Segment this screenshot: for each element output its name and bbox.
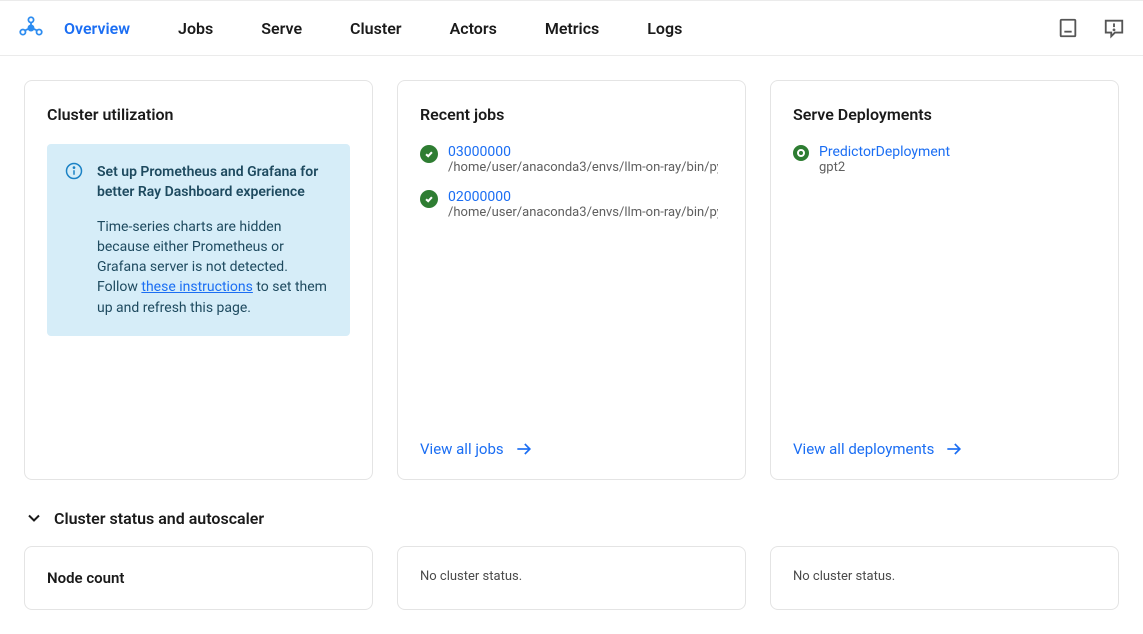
nav-logs[interactable]: Logs bbox=[647, 19, 682, 38]
view-all-jobs-link[interactable]: View all jobs bbox=[420, 439, 534, 459]
card-title: Cluster utilization bbox=[47, 105, 350, 124]
nav-tabs: Overview Jobs Serve Cluster Actors Metri… bbox=[64, 19, 682, 38]
page-content: Cluster utilization Set up Prometheus an… bbox=[0, 56, 1143, 634]
job-link[interactable]: 03000000 bbox=[448, 144, 718, 160]
info-icon bbox=[65, 162, 83, 180]
job-link[interactable]: 02000000 bbox=[448, 189, 718, 205]
nav-actors[interactable]: Actors bbox=[450, 19, 497, 38]
job-item: 03000000 /home/user/anaconda3/envs/llm-o… bbox=[420, 144, 723, 175]
arrow-right-icon bbox=[944, 439, 964, 459]
recent-jobs-card: Recent jobs 03000000 /home/user/anaconda… bbox=[397, 80, 746, 480]
alert-title: Set up Prometheus and Grafana for better… bbox=[97, 162, 332, 203]
success-icon bbox=[420, 145, 438, 163]
docs-icon[interactable] bbox=[1057, 17, 1079, 39]
overview-cards: Cluster utilization Set up Prometheus an… bbox=[24, 80, 1119, 480]
top-nav: Overview Jobs Serve Cluster Actors Metri… bbox=[0, 0, 1143, 56]
nav-metrics[interactable]: Metrics bbox=[545, 19, 599, 38]
jobs-list: 03000000 /home/user/anaconda3/envs/llm-o… bbox=[420, 144, 723, 220]
chevron-down-icon bbox=[24, 508, 44, 528]
ray-logo-icon bbox=[18, 15, 44, 41]
node-count-card: Node count bbox=[24, 546, 373, 610]
section-title: Cluster status and autoscaler bbox=[54, 509, 264, 528]
nav-jobs[interactable]: Jobs bbox=[178, 19, 213, 38]
setup-instructions-link[interactable]: these instructions bbox=[141, 279, 253, 295]
view-all-deployments-link[interactable]: View all deployments bbox=[793, 439, 964, 459]
nav-serve[interactable]: Serve bbox=[261, 19, 302, 38]
no-status-text: No cluster status. bbox=[793, 569, 1096, 584]
card-title: Recent jobs bbox=[420, 105, 723, 124]
cluster-status-row: Node count No cluster status. No cluster… bbox=[24, 546, 1119, 610]
topbar-actions bbox=[1057, 17, 1125, 39]
no-status-text: No cluster status. bbox=[420, 569, 723, 584]
deployments-list: PredictorDeployment gpt2 bbox=[793, 144, 1096, 175]
cluster-utilization-card: Cluster utilization Set up Prometheus an… bbox=[24, 80, 373, 480]
running-icon bbox=[793, 145, 809, 161]
deployment-sub: gpt2 bbox=[819, 160, 950, 175]
cluster-status-toggle[interactable]: Cluster status and autoscaler bbox=[24, 508, 1119, 528]
job-path: /home/user/anaconda3/envs/llm-on-ray/bin… bbox=[448, 205, 718, 220]
nav-overview[interactable]: Overview bbox=[64, 19, 130, 38]
success-icon bbox=[420, 190, 438, 208]
deployment-link[interactable]: PredictorDeployment bbox=[819, 144, 950, 160]
arrow-right-icon bbox=[514, 439, 534, 459]
cluster-status-card: No cluster status. bbox=[397, 546, 746, 610]
node-count-title: Node count bbox=[47, 569, 350, 587]
alert-body: Time-series charts are hidden because ei… bbox=[97, 217, 332, 318]
job-path: /home/user/anaconda3/envs/llm-on-ray/bin… bbox=[448, 160, 718, 175]
nav-cluster[interactable]: Cluster bbox=[350, 19, 402, 38]
view-all-label: View all jobs bbox=[420, 440, 504, 458]
setup-alert: Set up Prometheus and Grafana for better… bbox=[47, 144, 350, 336]
serve-deployments-card: Serve Deployments PredictorDeployment gp… bbox=[770, 80, 1119, 480]
view-all-label: View all deployments bbox=[793, 440, 934, 458]
job-item: 02000000 /home/user/anaconda3/envs/llm-o… bbox=[420, 189, 723, 220]
cluster-status-card: No cluster status. bbox=[770, 546, 1119, 610]
feedback-icon[interactable] bbox=[1103, 17, 1125, 39]
deployment-item: PredictorDeployment gpt2 bbox=[793, 144, 1096, 175]
card-title: Serve Deployments bbox=[793, 105, 1096, 124]
